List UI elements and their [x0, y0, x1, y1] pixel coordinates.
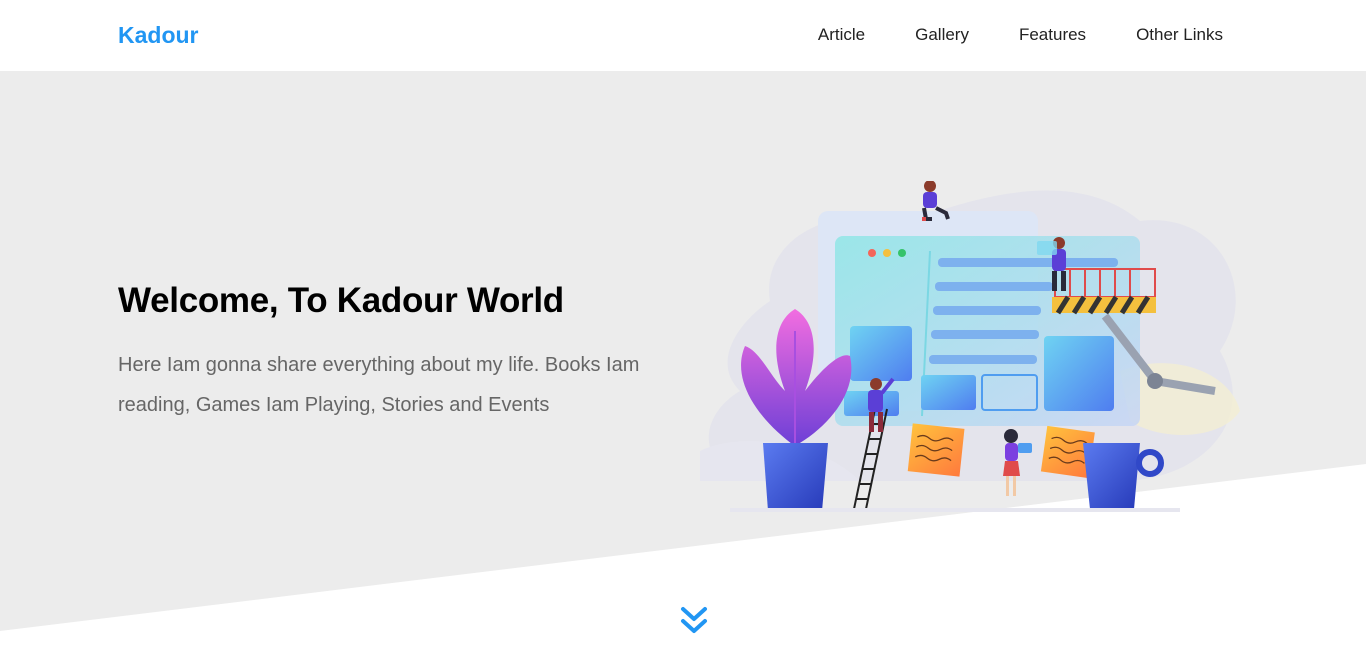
nav-link-other-links[interactable]: Other Links: [1136, 25, 1223, 45]
site-logo[interactable]: Kadour: [118, 22, 199, 49]
hero-section: Welcome, To Kadour World Here Iam gonna …: [0, 71, 1366, 649]
nav-link-article[interactable]: Article: [818, 25, 865, 45]
hero-description: Here Iam gonna share everything about my…: [118, 354, 640, 416]
main-nav: Article Gallery Features Other Links: [818, 25, 1223, 45]
site-header: Kadour Article Gallery Features Other Li…: [0, 0, 1366, 71]
hero-illustration: [700, 181, 1240, 512]
nav-link-gallery[interactable]: Gallery: [915, 25, 969, 45]
double-chevron-down-icon[interactable]: [680, 606, 708, 636]
hero-text: Welcome, To Kadour World Here Iam gonna …: [118, 277, 678, 425]
hero-title: Welcome, To Kadour World: [118, 281, 564, 320]
nav-link-features[interactable]: Features: [1019, 25, 1086, 45]
